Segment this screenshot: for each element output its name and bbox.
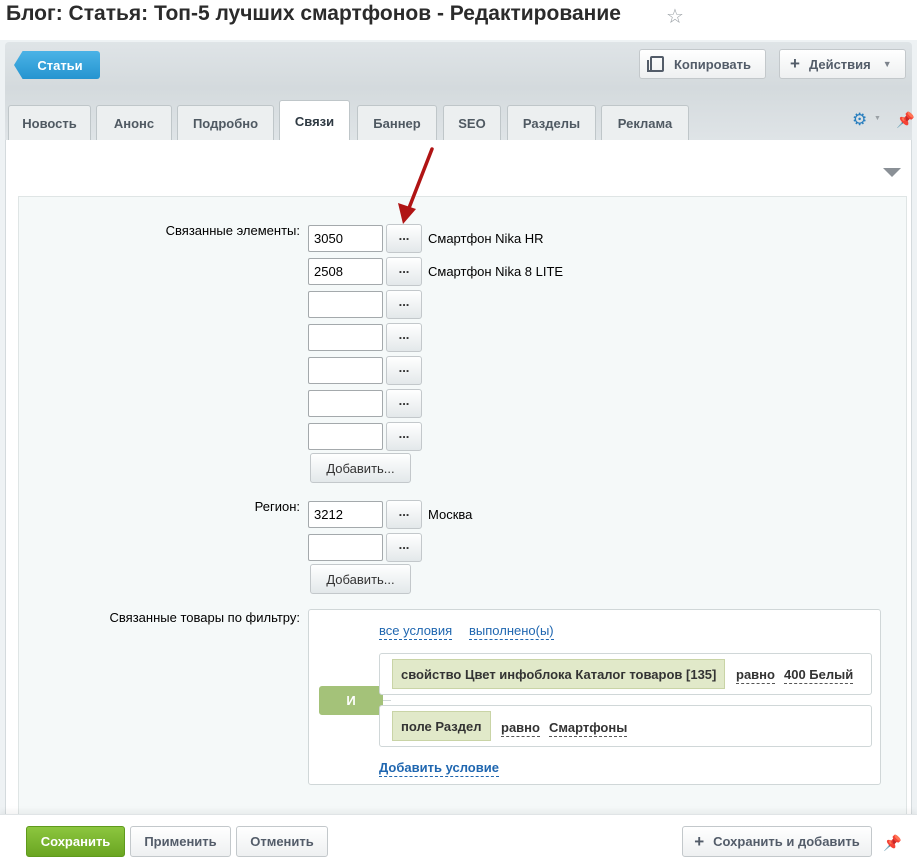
copy-button[interactable]: Копировать bbox=[639, 49, 766, 79]
add-condition-link[interactable]: Добавить условие bbox=[379, 760, 499, 777]
region-browse-button-1[interactable]: ... bbox=[386, 500, 422, 529]
tab-details[interactable]: Подробно bbox=[177, 105, 274, 140]
related-browse-button-2[interactable]: ... bbox=[386, 257, 422, 286]
related-input-1[interactable] bbox=[308, 225, 383, 252]
and-operator-badge[interactable]: И bbox=[319, 686, 383, 715]
gear-chevron-icon[interactable]: ▼ bbox=[874, 115, 881, 122]
condition-operator-2[interactable]: равно bbox=[501, 720, 540, 737]
tab-preview[interactable]: Анонс bbox=[96, 105, 172, 140]
toolbar bbox=[5, 42, 912, 88]
footer-pin-icon[interactable]: 📌 bbox=[883, 834, 902, 852]
related-browse-button-4[interactable]: ... bbox=[386, 323, 422, 352]
pin-icon[interactable]: 📌 bbox=[896, 111, 915, 129]
copy-label: Копировать bbox=[674, 56, 752, 72]
tab-banner[interactable]: Баннер bbox=[357, 105, 437, 140]
related-input-6[interactable] bbox=[308, 390, 383, 417]
tab-links[interactable]: Связи bbox=[279, 100, 350, 141]
related-input-5[interactable] bbox=[308, 357, 383, 384]
filter-label: Связанные товары по фильтру: bbox=[109, 610, 300, 625]
related-browse-button-6[interactable]: ... bbox=[386, 389, 422, 418]
save-and-add-label: Сохранить и добавить bbox=[713, 834, 860, 849]
back-button[interactable]: Статьи bbox=[14, 51, 100, 79]
related-input-3[interactable] bbox=[308, 291, 383, 318]
condition-value-2[interactable]: Смартфоны bbox=[549, 720, 628, 737]
region-add-button[interactable]: Добавить... bbox=[310, 564, 411, 594]
related-add-button[interactable]: Добавить... bbox=[310, 453, 411, 483]
gear-icon[interactable]: ⚙ bbox=[852, 110, 867, 130]
copy-icon bbox=[647, 56, 664, 72]
region-input-2[interactable] bbox=[308, 534, 383, 561]
title-bar: Блог: Статья: Топ-5 лучших смартфонов - … bbox=[0, 0, 917, 40]
fulfilled-link[interactable]: выполнено(ы) bbox=[469, 623, 554, 640]
collapse-triangle-icon[interactable] bbox=[883, 168, 901, 177]
region-input-1[interactable] bbox=[308, 501, 383, 528]
related-browse-button-5[interactable]: ... bbox=[386, 356, 422, 385]
region-item-name-1: Москва bbox=[428, 507, 473, 522]
related-input-2[interactable] bbox=[308, 258, 383, 285]
save-button[interactable]: Сохранить bbox=[26, 826, 125, 857]
tab-seo[interactable]: SEO bbox=[443, 105, 501, 140]
tab-news[interactable]: Новость bbox=[8, 105, 91, 140]
related-browse-button-7[interactable]: ... bbox=[386, 422, 422, 451]
plus-icon: + bbox=[790, 54, 800, 73]
condition-operator-1[interactable]: равно bbox=[736, 667, 775, 684]
related-browse-button-1[interactable]: ... bbox=[386, 224, 422, 253]
condition-property-1[interactable]: свойство Цвет инфоблока Каталог товаров … bbox=[392, 659, 726, 689]
star-icon[interactable]: ☆ bbox=[666, 4, 684, 29]
related-browse-button-3[interactable]: ... bbox=[386, 290, 422, 319]
related-input-7[interactable] bbox=[308, 423, 383, 450]
all-conditions-link[interactable]: все условия bbox=[379, 623, 453, 640]
actions-label: Действия bbox=[808, 56, 871, 72]
chevron-down-icon: ▼ bbox=[882, 59, 892, 69]
related-input-4[interactable] bbox=[308, 324, 383, 351]
region-browse-button-2[interactable]: ... bbox=[386, 533, 422, 562]
plus-icon: + bbox=[694, 831, 705, 851]
apply-button[interactable]: Применить bbox=[130, 826, 231, 857]
region-label: Регион: bbox=[254, 499, 300, 514]
related-item-name-2: Смартфон Nika 8 LITE bbox=[428, 264, 564, 279]
related-item-name-1: Смартфон Nika HR bbox=[428, 231, 544, 246]
tab-advertising[interactable]: Реклама bbox=[601, 105, 689, 140]
and-connector-line bbox=[383, 700, 391, 701]
page-title: Блог: Статья: Топ-5 лучших смартфонов - … bbox=[6, 2, 621, 25]
condition-property-2[interactable]: поле Раздел bbox=[392, 711, 491, 741]
related-elements-label: Связанные элементы: bbox=[165, 223, 300, 238]
condition-value-1[interactable]: 400 Белый bbox=[784, 667, 854, 684]
cancel-button[interactable]: Отменить bbox=[236, 826, 328, 857]
save-and-add-button[interactable]: + Сохранить и добавить bbox=[682, 826, 872, 857]
tab-sections[interactable]: Разделы bbox=[507, 105, 596, 140]
actions-button[interactable]: + Действия ▼ bbox=[779, 49, 906, 79]
